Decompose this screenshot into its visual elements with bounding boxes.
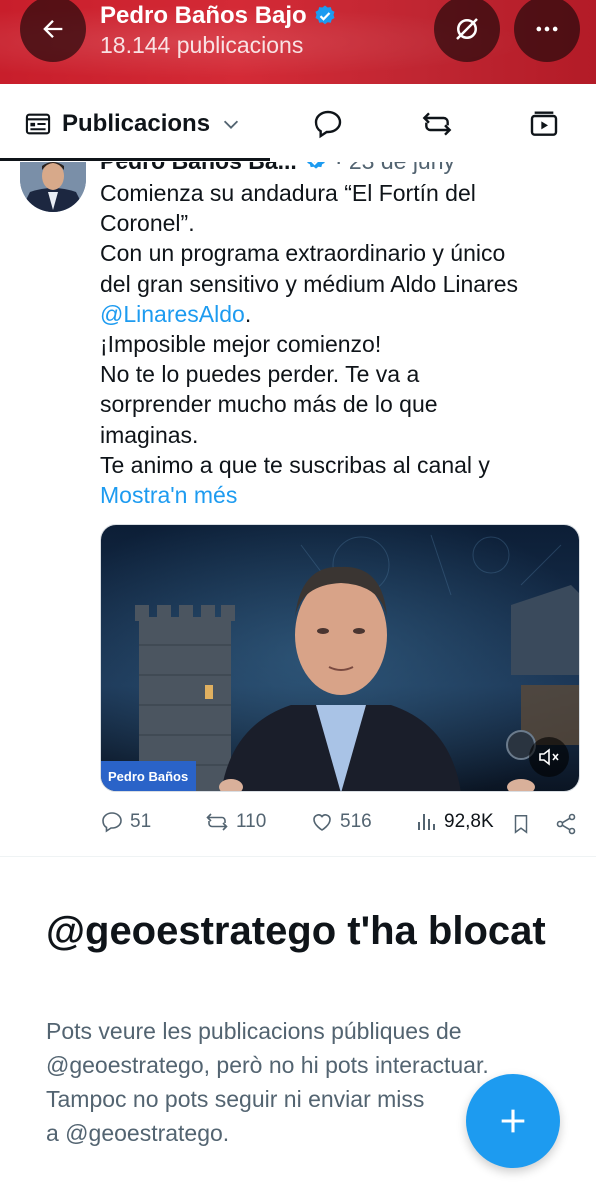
post-header: Pedro Baños Ba... · 23 de juny	[100, 162, 455, 176]
media-icon[interactable]	[528, 108, 560, 140]
post-line: No te lo puedes perder. Te va a	[100, 361, 420, 388]
blocked-title: @geoestratego t'ha blocat	[46, 909, 546, 953]
tab-publicacions[interactable]: Publicacions	[24, 110, 242, 138]
video-frame	[101, 525, 579, 791]
reply-action[interactable]: 51	[100, 810, 151, 834]
post-author[interactable]: Pedro Baños Ba...	[100, 162, 297, 175]
tab-bar: Publicacions	[0, 84, 596, 162]
divider	[0, 856, 596, 857]
repost-icon	[206, 813, 228, 831]
no-sync-icon	[456, 18, 478, 40]
feed-icon	[25, 113, 51, 135]
post-video[interactable]: Pedro Baños	[100, 524, 580, 792]
post-line: Te animo a que te suscribas al canal y	[100, 451, 490, 478]
post-line: Comienza su andadura “El Fortín del	[100, 180, 476, 206]
mention-suffix: .	[244, 300, 252, 327]
post-line-mention: @LinaresAldo.	[100, 299, 580, 329]
reply-icon[interactable]	[312, 108, 344, 140]
reply-icon	[102, 812, 122, 833]
bookmark-icon[interactable]	[510, 812, 532, 836]
profile-name: Pedro Baños Bajo	[100, 2, 307, 29]
post-line: ¡Imposible mejor comienzo!	[100, 331, 382, 358]
mute-button[interactable]	[529, 737, 569, 777]
post-line: Con un programa extraordinario y único	[100, 240, 506, 267]
compose-button[interactable]	[466, 1074, 560, 1168]
mention-link[interactable]: @LinaresAldo	[100, 301, 245, 327]
blocked-desc-line: Pots veure les publicacions públiques de	[46, 1018, 462, 1044]
post-actions: 51 110 516 92,8K	[100, 810, 580, 840]
video-label: Pedro Baños	[101, 761, 197, 791]
repost-action[interactable]: 110	[204, 810, 266, 834]
views-count: 92,8K	[444, 811, 494, 832]
share-icon[interactable]	[554, 812, 578, 836]
show-more-link[interactable]: Mostra'n més	[100, 480, 580, 510]
active-tab-indicator	[0, 158, 270, 161]
plus-icon	[501, 1109, 525, 1133]
post-count: 18.144 publicacions	[100, 32, 304, 58]
repost-icon[interactable]	[420, 108, 454, 140]
notifications-button[interactable]	[434, 0, 500, 62]
post[interactable]: Pedro Baños Ba... · 23 de juny Comienza …	[0, 162, 596, 852]
verified-badge-icon	[307, 162, 325, 169]
profile-title: Pedro Baños Bajo	[100, 2, 337, 30]
tab-label: Publicacions	[62, 110, 211, 137]
post-date[interactable]: · 23 de juny	[335, 162, 455, 175]
post-line: imaginas.	[100, 421, 199, 448]
more-button[interactable]	[514, 0, 580, 62]
like-icon	[313, 814, 331, 831]
post-line: sorprender mucho más de lo que	[100, 391, 438, 418]
post-line: Coronel”.	[100, 210, 195, 237]
mute-icon	[539, 748, 559, 766]
post-line: del gran sensitivo y médium Aldo Linares	[100, 270, 519, 297]
like-action[interactable]: 516	[310, 810, 372, 834]
verified-badge-icon	[315, 5, 335, 25]
chevron-down-icon	[223, 120, 239, 129]
author-photo	[20, 162, 86, 212]
back-arrow-icon	[43, 20, 63, 38]
like-count: 516	[340, 811, 372, 832]
reply-count: 51	[130, 811, 152, 832]
views-icon	[418, 814, 435, 830]
post-text: Comienza su andadura “El Fortín del Coro…	[100, 178, 580, 510]
repost-count: 110	[236, 811, 267, 832]
avatar[interactable]	[20, 162, 86, 212]
blocked-desc-line: @geoestratego, però no hi pots interactu…	[46, 1052, 489, 1078]
more-icon	[536, 26, 558, 32]
views-action[interactable]: 92,8K	[414, 810, 494, 834]
back-button[interactable]	[20, 0, 86, 62]
profile-header: Pedro Baños Bajo 18.144 publicacions	[0, 0, 596, 84]
